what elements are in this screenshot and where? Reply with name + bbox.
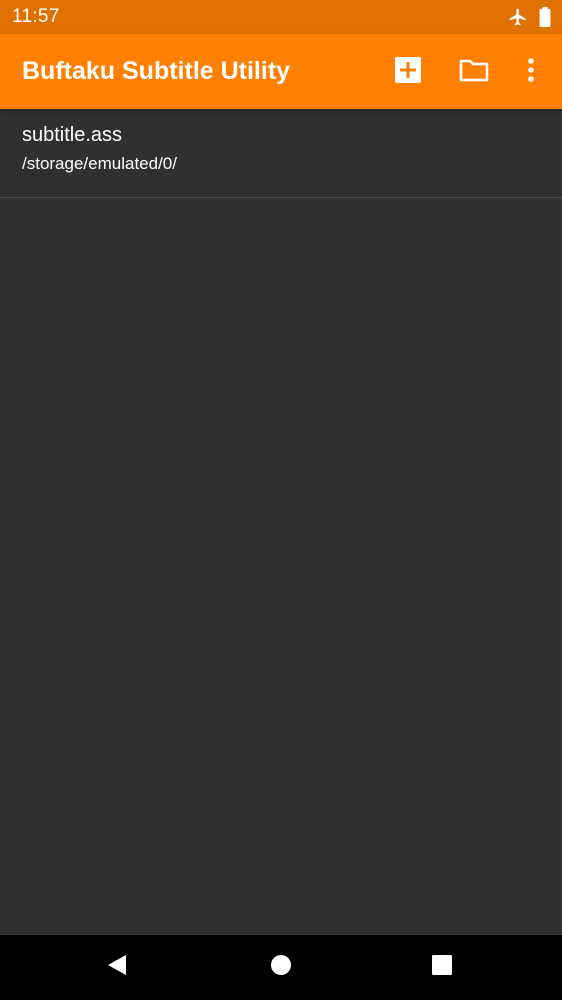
status-icons	[508, 7, 552, 32]
battery-icon	[538, 7, 552, 32]
overflow-menu-button[interactable]	[511, 52, 551, 92]
home-button[interactable]	[263, 949, 299, 985]
airplane-mode-icon	[508, 7, 528, 32]
add-file-button[interactable]	[388, 52, 428, 92]
file-list: subtitle.ass /storage/emulated/0/	[0, 109, 562, 935]
file-name: subtitle.ass	[22, 124, 123, 146]
status-bar: 11:57	[0, 0, 562, 34]
app-bar: Buftaku Subtitle Utility	[0, 34, 562, 109]
recents-button[interactable]	[424, 949, 460, 985]
more-vert-icon	[527, 57, 535, 88]
recents-icon	[431, 954, 453, 981]
open-folder-button[interactable]	[454, 52, 494, 92]
list-item[interactable]: subtitle.ass /storage/emulated/0/	[0, 109, 562, 198]
home-icon	[270, 954, 292, 981]
screen: 11:57 Buftaku Subtitle Utility subtitle.…	[0, 0, 562, 1000]
status-time: 11:57	[12, 6, 60, 27]
back-button[interactable]	[99, 949, 135, 985]
folder-icon	[459, 58, 489, 87]
navigation-bar	[0, 935, 562, 1000]
back-icon	[106, 953, 128, 982]
add-box-icon	[395, 56, 421, 88]
file-path: /storage/emulated/0/	[22, 154, 177, 173]
app-title: Buftaku Subtitle Utility	[22, 57, 291, 85]
